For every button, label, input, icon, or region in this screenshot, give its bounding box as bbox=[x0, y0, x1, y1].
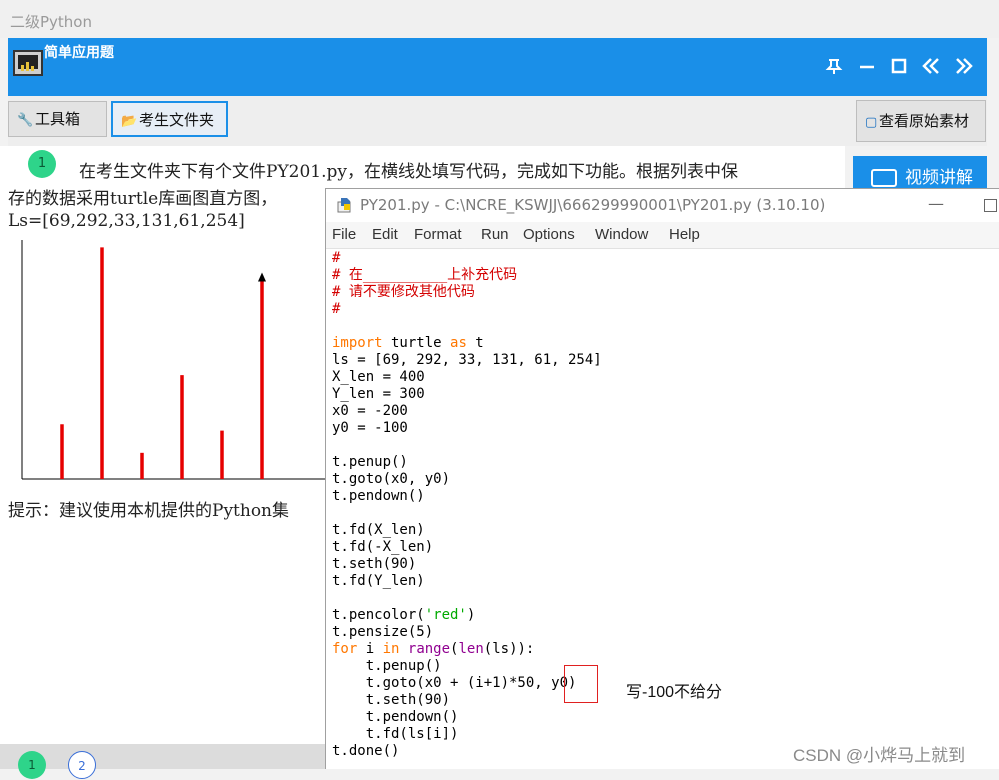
menu-run[interactable]: Run bbox=[481, 226, 509, 243]
document-icon: ▢ bbox=[865, 115, 878, 130]
code-editor[interactable]: # # 在__________上补充代码 # 请不要修改其他代码 # impor… bbox=[332, 250, 602, 760]
toolbar: 🔧 工具箱 📂 考生文件夹 ▢ 查看原始素材 bbox=[8, 96, 987, 146]
annotation-note: 写-100不给分 bbox=[626, 684, 723, 701]
menu-options[interactable]: Options bbox=[523, 226, 575, 243]
view-material-button[interactable]: ▢ 查看原始素材 bbox=[856, 100, 986, 142]
minimize-icon[interactable] bbox=[856, 56, 878, 78]
view-material-label: 查看原始素材 bbox=[879, 112, 970, 130]
idle-maximize-button[interactable] bbox=[984, 199, 997, 212]
hint-text: 提示：建议使用本机提供的Python集 bbox=[8, 501, 290, 521]
pin-icon[interactable] bbox=[823, 56, 845, 78]
question-tab-1[interactable]: 1 bbox=[18, 751, 46, 779]
video-icon bbox=[871, 169, 897, 187]
app-header: 简单应用题 bbox=[8, 38, 987, 96]
turtle-arrow bbox=[258, 272, 266, 282]
double-left-icon[interactable] bbox=[920, 56, 942, 78]
video-label: 视频讲解 bbox=[905, 168, 973, 188]
menu-window[interactable]: Window bbox=[595, 226, 648, 243]
folder-icon: 📂 bbox=[121, 114, 138, 129]
exam-folder-button[interactable]: 📂 考生文件夹 bbox=[111, 101, 228, 137]
question-text-line1: 在考生文件夹下有个文件PY201.py，在横线处填写代码，完成如下功能。根据列表… bbox=[79, 162, 738, 182]
menu-edit[interactable]: Edit bbox=[372, 226, 398, 243]
app-logo-icon bbox=[13, 50, 43, 76]
wrench-icon: 🔧 bbox=[17, 113, 34, 128]
window-title: 二级Python bbox=[0, 0, 999, 38]
bottom-tab-bar bbox=[0, 744, 330, 769]
app-title: 简单应用题 bbox=[44, 45, 114, 61]
toolbox-button[interactable]: 🔧 工具箱 bbox=[8, 101, 107, 137]
answer-highlight-box bbox=[564, 665, 598, 703]
video-lecture-button[interactable]: 视频讲解 bbox=[853, 156, 987, 192]
python-logo-icon bbox=[337, 198, 351, 213]
idle-menubar: File Edit Format Run Options Window Help bbox=[326, 222, 999, 249]
idle-minimize-button[interactable]: — bbox=[924, 192, 948, 216]
menu-format[interactable]: Format bbox=[414, 226, 462, 243]
watermark: CSDN @小烨马上就到 bbox=[793, 746, 966, 765]
question-number-badge: 1 bbox=[28, 150, 56, 178]
question-text-line2: 存的数据采用turtle库画图直方图， bbox=[8, 189, 278, 209]
idle-editor-window: PY201.py - C:\NCRE_KSWJJ\666299990001\PY… bbox=[325, 188, 999, 769]
question-tab-2[interactable]: 2 bbox=[68, 751, 96, 779]
menu-file[interactable]: File bbox=[332, 226, 356, 243]
exam-folder-label: 考生文件夹 bbox=[139, 111, 215, 129]
question-text-line3: Ls=[69,292,33,131,61,254] bbox=[8, 211, 245, 231]
toolbox-label: 工具箱 bbox=[35, 110, 81, 128]
histogram-chart bbox=[21, 240, 325, 480]
double-right-icon[interactable] bbox=[953, 56, 975, 78]
menu-help[interactable]: Help bbox=[669, 226, 700, 243]
maximize-icon[interactable] bbox=[888, 56, 910, 78]
idle-titlebar: PY201.py - C:\NCRE_KSWJJ\666299990001\PY… bbox=[326, 189, 999, 222]
